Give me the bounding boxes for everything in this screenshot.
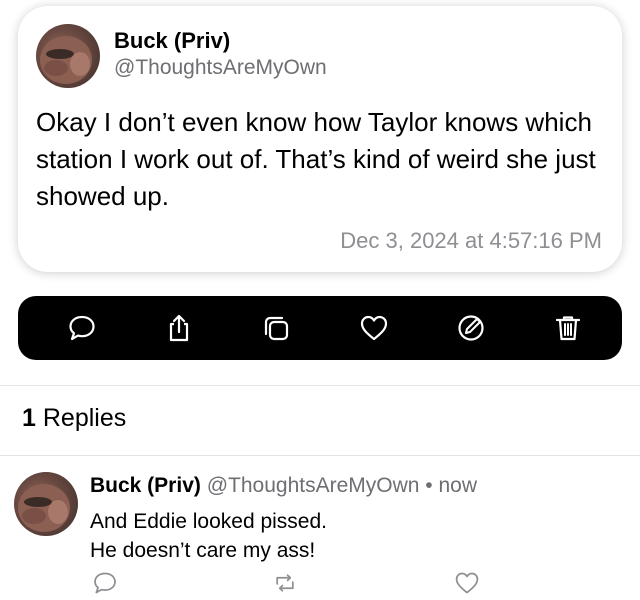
author-name[interactable]: Buck (Priv) [114,28,230,54]
reply-action-bar [0,570,640,598]
divider [0,455,640,456]
post-text: Okay I don’t even know how Taylor knows … [36,107,596,211]
avatar-photo [40,36,92,84]
comment-button[interactable] [64,310,100,346]
author-handle[interactable]: @ThoughtsAreMyOwn [114,56,327,80]
post-card: Buck (Priv) @ThoughtsAreMyOwn Okay I don… [18,6,622,272]
copy-icon [265,316,289,341]
like-button[interactable] [356,310,392,346]
reply-text-line: And Eddie looked pissed. [90,510,327,533]
reply-comment-button[interactable] [92,570,118,596]
post-timestamp: Dec 3, 2024 at 4:57:16 PM [340,228,602,253]
reply-author-handle[interactable]: @ThoughtsAreMyOwn [207,474,420,497]
heart-icon [455,572,479,594]
delete-button[interactable] [550,310,586,346]
reply-author-name[interactable]: Buck (Priv) [90,474,201,497]
repost-icon [276,574,294,592]
heart-icon [360,315,387,341]
reply-like-button[interactable] [454,570,480,596]
avatar-photo [18,484,70,532]
separator-dot: • [425,474,433,497]
comment-icon [94,572,116,594]
replies-heading: 1 Replies [22,404,126,433]
trash-icon [555,316,581,341]
edit-icon [458,315,484,341]
avatar[interactable] [14,472,78,536]
reply-repost-button[interactable] [272,570,298,596]
edit-button[interactable] [453,310,489,346]
reply-text: And Eddie looked pissed. He doesn’t care… [90,507,327,565]
replies-count: 1 [22,404,36,432]
app-screen: Buck (Priv) @ThoughtsAreMyOwn Okay I don… [0,0,640,600]
avatar[interactable] [36,24,100,88]
reply-text-line: He doesn’t care my ass! [90,539,316,562]
replies-label: Replies [42,404,127,432]
comment-icon [69,315,95,341]
post-action-bar [18,296,622,360]
share-button[interactable] [161,310,197,346]
reply-header: Buck (Priv) @ThoughtsAreMyOwn • now [90,474,477,498]
reply-time: now [438,474,478,497]
divider [0,385,640,386]
copy-button[interactable] [258,310,294,346]
share-icon [170,314,189,342]
